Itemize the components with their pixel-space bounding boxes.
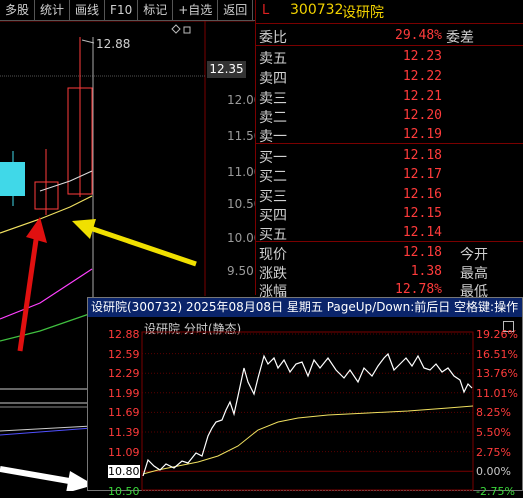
- pct-axis-label: -2.75%: [476, 484, 515, 498]
- weibi-value: 29.48%: [395, 28, 442, 43]
- avg-price-line: [142, 405, 474, 475]
- price-axis-label: 11.39: [108, 426, 140, 439]
- box-icon: [183, 26, 191, 34]
- stat-row: 涨幅 12.78% 最低: [259, 282, 488, 300]
- quote-panel: L 300732 设研院 委比 29.48% 委差 卖五 12.23 卖四 12.2…: [255, 0, 523, 300]
- y-tick: 9.50: [227, 264, 254, 278]
- yellow-arrow: [89, 225, 197, 267]
- quote-header: L 300732 设研院: [256, 0, 523, 22]
- price-axis-label: 12.29: [108, 367, 140, 381]
- pct-axis-label: 11.01%: [476, 386, 518, 400]
- white-arrow: [0, 466, 76, 485]
- multi-stock-button[interactable]: 多股: [0, 0, 36, 20]
- pct-axis-label: 2.75%: [476, 445, 511, 459]
- price-line: [142, 352, 473, 477]
- pct-axis-label: 16.51%: [476, 347, 518, 361]
- back-button[interactable]: 返回: [218, 0, 254, 20]
- margin-flag: L: [262, 3, 270, 18]
- weibi-row: 委比 29.48% 委差: [256, 25, 523, 46]
- price-axis-label: 10.80: [108, 465, 140, 479]
- diamond-icon: [171, 24, 181, 34]
- high-price-label: 12.88: [96, 37, 131, 51]
- statistics-button[interactable]: 统计: [35, 0, 71, 20]
- intraday-chart: [141, 331, 474, 492]
- weicha-label: 委差: [446, 30, 474, 46]
- ma-line-white: [39, 170, 93, 192]
- intraday-popup[interactable]: 设研院(300732) 2025年08月08日 星期五 PageUp/Down:…: [87, 297, 523, 498]
- stat-row: 现价 12.18 今开: [259, 245, 488, 263]
- price-axis-label: 12.59: [108, 347, 140, 361]
- mark-button[interactable]: 标记: [138, 0, 174, 20]
- sell-row[interactable]: 卖三 12.21: [256, 86, 523, 107]
- sell-row[interactable]: 卖四 12.22: [256, 66, 523, 87]
- toolbar: 多股 统计 画线 F10 标记 +自选 返回: [0, 0, 255, 21]
- price-axis-label: 11.99: [108, 386, 140, 400]
- price-axis-label: 11.09: [108, 445, 140, 459]
- price-axis-label: 10.50: [108, 484, 140, 498]
- buy-row[interactable]: 买三 12.16: [256, 184, 523, 205]
- sell-row[interactable]: 卖五 12.23: [256, 46, 523, 67]
- ma-line-green: [0, 312, 93, 342]
- pct-axis-label: 19.26%: [476, 328, 518, 341]
- buy-row[interactable]: 买五 12.14: [256, 222, 523, 243]
- stock-code: 300732: [290, 2, 344, 18]
- pct-axis-label: 8.25%: [476, 406, 511, 420]
- pct-axis-label: 0.00%: [476, 465, 511, 479]
- ma-line-magenta: [0, 268, 93, 320]
- add-watchlist-button[interactable]: +自选: [173, 0, 219, 20]
- stock-name: 设研院: [342, 5, 384, 21]
- chart-frame: [141, 331, 474, 491]
- pct-axis-label: 13.76%: [476, 367, 518, 381]
- draw-line-button[interactable]: 画线: [70, 0, 106, 20]
- price-axis-label: 12.88: [108, 328, 140, 341]
- sell-row[interactable]: 卖二 12.20: [256, 105, 523, 126]
- sell-row[interactable]: 卖一 12.19: [256, 124, 523, 145]
- pct-axis-label: 5.50%: [476, 426, 511, 439]
- buy-row[interactable]: 买二 12.17: [256, 164, 523, 185]
- stat-row: 涨跌 1.38 最高: [259, 264, 488, 282]
- buy-row[interactable]: 买四 12.15: [256, 203, 523, 224]
- current-price-tag: 12.35: [207, 61, 246, 78]
- f10-button[interactable]: F10: [105, 0, 139, 20]
- price-axis-label: 11.69: [108, 406, 140, 420]
- weibi-label: 委比: [259, 30, 287, 46]
- buy-row[interactable]: 买一 12.18: [256, 145, 523, 166]
